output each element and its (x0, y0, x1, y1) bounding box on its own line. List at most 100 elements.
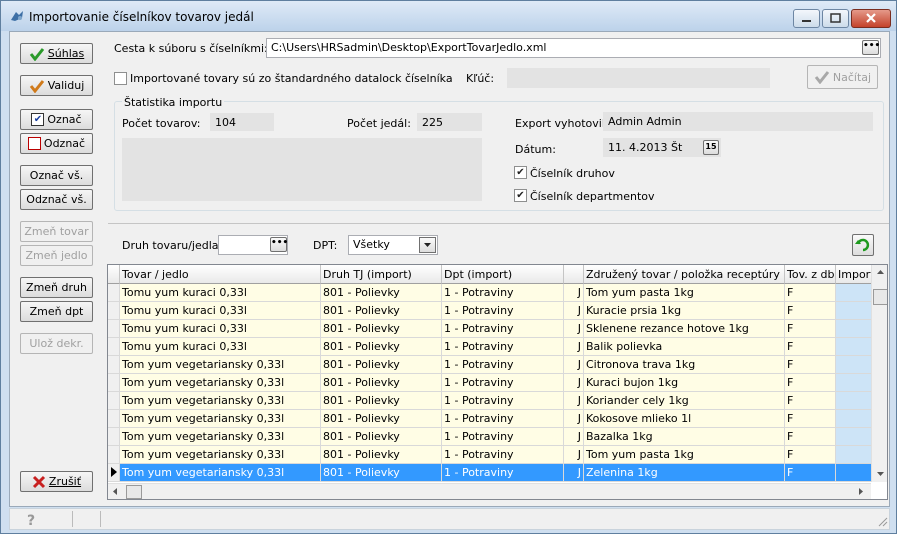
db-cell[interactable]: F (785, 338, 836, 356)
type-cell[interactable]: 801 - Polievky (321, 464, 442, 482)
dept-cell[interactable]: 1 - Potraviny (442, 302, 564, 320)
type-filter-browse-button[interactable]: ••• (270, 237, 288, 252)
key-field[interactable] (507, 68, 770, 88)
column-header-flag[interactable] (564, 265, 584, 284)
recipe-cell[interactable]: Kuraci bujon 1kg (584, 374, 785, 392)
change-dpt-button[interactable]: Zmeň dpt (20, 301, 93, 322)
item-cell[interactable]: Tomu yum kuraci 0,33l (120, 302, 321, 320)
cancel-button[interactable]: Zrušiť (20, 471, 93, 492)
close-button[interactable] (851, 9, 891, 28)
minimize-button[interactable] (793, 9, 820, 28)
item-cell[interactable]: Tom yum vegetariansky 0,33l (120, 392, 321, 410)
table-row[interactable]: Tomu yum kuraci 0,33l 801 - Polievky 1 - P… (108, 284, 876, 302)
unmark-button[interactable]: Odznač (20, 133, 93, 154)
confirm-button[interactable]: Súhlas (20, 43, 93, 64)
row-indicator[interactable] (108, 356, 120, 374)
hscroll-thumb[interactable] (126, 485, 142, 499)
import-cell[interactable] (836, 374, 876, 392)
recipe-cell[interactable]: Balik polievka (584, 338, 785, 356)
row-indicator[interactable] (108, 302, 120, 320)
maximize-button[interactable] (822, 9, 849, 28)
unmark-all-button[interactable]: Odznač vš. (20, 189, 93, 210)
row-indicator[interactable] (108, 338, 120, 356)
item-cell[interactable]: Tom yum vegetariansky 0,33l (120, 428, 321, 446)
db-cell[interactable]: F (785, 446, 836, 464)
recipe-cell[interactable]: Kokosove mlieko 1l (584, 410, 785, 428)
flag-cell[interactable]: J (564, 374, 584, 392)
column-header-item[interactable]: Tovar / jedlo (120, 265, 321, 284)
db-cell[interactable]: F (785, 356, 836, 374)
dept-cell[interactable]: 1 - Potraviny (442, 338, 564, 356)
row-indicator[interactable] (108, 392, 120, 410)
change-item-button[interactable]: Zmeň tovar (20, 221, 93, 242)
table-row[interactable]: Tomu yum kuraci 0,33l 801 - Polievky 1 - P… (108, 302, 876, 320)
import-cell[interactable] (836, 320, 876, 338)
row-indicator[interactable] (108, 446, 120, 464)
import-cell[interactable] (836, 356, 876, 374)
column-header-import[interactable]: Import (836, 265, 876, 284)
row-indicator[interactable] (108, 320, 120, 338)
row-indicator[interactable] (108, 428, 120, 446)
db-cell[interactable]: F (785, 302, 836, 320)
column-header-db[interactable]: Tov. z db (785, 265, 836, 284)
type-cell[interactable]: 801 - Polievky (321, 284, 442, 302)
recipe-cell[interactable]: Koriander cely 1kg (584, 392, 785, 410)
column-header-recipe[interactable]: Združený tovar / položka receptúry (584, 265, 785, 284)
mark-all-button[interactable]: Označ vš. (20, 165, 93, 186)
table-row[interactable]: Tom yum vegetariansky 0,33l 801 - Polievk… (108, 428, 876, 446)
recipe-cell[interactable]: Zelenina 1kg (584, 464, 785, 482)
dept-cell[interactable]: 1 - Potraviny (442, 410, 564, 428)
db-cell[interactable]: F (785, 374, 836, 392)
resize-grip-icon[interactable] (878, 517, 888, 527)
validate-button[interactable]: Validuj (20, 75, 93, 96)
column-header-type[interactable]: Druh TJ (import) (321, 265, 442, 284)
column-header-dept[interactable]: Dpt (import) (442, 265, 564, 284)
item-cell[interactable]: Tom yum vegetariansky 0,33l (120, 374, 321, 392)
type-cell[interactable]: 801 - Polievky (321, 356, 442, 374)
db-cell[interactable]: F (785, 428, 836, 446)
refresh-button[interactable] (852, 234, 874, 256)
load-button[interactable]: Načítaj (807, 65, 878, 89)
flag-cell[interactable]: J (564, 446, 584, 464)
item-cell[interactable]: Tom yum vegetariansky 0,33l (120, 410, 321, 428)
import-cell[interactable] (836, 428, 876, 446)
db-cell[interactable]: F (785, 284, 836, 302)
import-cell[interactable] (836, 302, 876, 320)
flag-cell[interactable]: J (564, 356, 584, 374)
item-cell[interactable]: Tom yum vegetariansky 0,33l (120, 464, 321, 482)
import-cell[interactable] (836, 392, 876, 410)
table-row[interactable]: Tom yum vegetariansky 0,33l 801 - Polievk… (108, 410, 876, 428)
flag-cell[interactable]: J (564, 320, 584, 338)
import-cell[interactable] (836, 464, 876, 482)
horizontal-scrollbar[interactable] (108, 483, 871, 499)
row-indicator[interactable] (108, 464, 120, 482)
table-row[interactable]: Tomu yum kuraci 0,33l 801 - Polievky 1 - P… (108, 338, 876, 356)
type-cell[interactable]: 801 - Polievky (321, 392, 442, 410)
type-cell[interactable]: 801 - Polievky (321, 320, 442, 338)
calendar-icon[interactable]: 15 (703, 140, 719, 155)
item-cell[interactable]: Tomu yum kuraci 0,33l (120, 284, 321, 302)
flag-cell[interactable]: J (564, 338, 584, 356)
table-row[interactable]: Tom yum vegetariansky 0,33l 801 - Polievk… (108, 374, 876, 392)
row-indicator[interactable] (108, 374, 120, 392)
dept-cell[interactable]: 1 - Potraviny (442, 446, 564, 464)
type-cell[interactable]: 801 - Polievky (321, 428, 442, 446)
recipe-cell[interactable]: Tom yum pasta 1kg (584, 284, 785, 302)
flag-cell[interactable]: J (564, 392, 584, 410)
path-input[interactable]: C:\Users\HRSadmin\Desktop\ExportTovarJed… (266, 38, 881, 58)
vscroll-thumb[interactable] (873, 289, 887, 305)
db-cell[interactable]: F (785, 392, 836, 410)
db-cell[interactable]: F (785, 410, 836, 428)
recipe-cell[interactable]: Tom yum pasta 1kg (584, 446, 785, 464)
standard-checkbox[interactable] (114, 72, 127, 85)
change-meal-button[interactable]: Zmeň jedlo (20, 245, 93, 266)
item-cell[interactable]: Tom yum vegetariansky 0,33l (120, 446, 321, 464)
type-cell[interactable]: 801 - Polievky (321, 374, 442, 392)
type-cell[interactable]: 801 - Polievky (321, 302, 442, 320)
import-cell[interactable] (836, 338, 876, 356)
table-row[interactable]: Tom yum vegetariansky 0,33l 801 - Polievk… (108, 356, 876, 374)
change-type-button[interactable]: Zmeň druh (20, 277, 93, 298)
flag-cell[interactable]: J (564, 428, 584, 446)
save-dekr-button[interactable]: Ulož dekr. (20, 333, 93, 354)
item-cell[interactable]: Tomu yum kuraci 0,33l (120, 338, 321, 356)
